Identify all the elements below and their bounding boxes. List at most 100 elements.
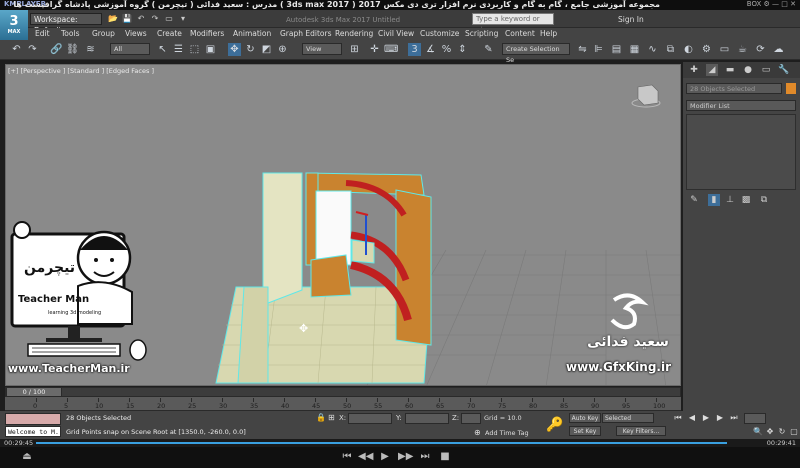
undo-quick-icon[interactable]: ↶ — [136, 14, 146, 24]
menu-customize[interactable]: Customize — [420, 29, 459, 38]
menu-scripting[interactable]: Scripting — [465, 29, 498, 38]
rotate-icon[interactable]: ↻ — [244, 43, 257, 56]
menu-modifiers[interactable]: Modifiers — [190, 29, 224, 38]
menu-tools[interactable]: Tools — [61, 29, 79, 38]
z-coordinate-field[interactable] — [461, 413, 481, 424]
viewport-label[interactable]: [+] [Perspective ] [Standard ] [Edged Fa… — [8, 67, 154, 75]
go-to-end-icon[interactable]: ⏭ — [728, 412, 740, 424]
menu-rendering[interactable]: Rendering — [335, 29, 373, 38]
unlink-icon[interactable]: ⛓ — [66, 43, 79, 56]
window-crossing-icon[interactable]: ▣ — [204, 43, 217, 56]
maximize-viewport-icon[interactable]: ▢ — [788, 427, 800, 437]
next-frame-icon[interactable]: ▶ — [714, 412, 726, 424]
set-key-button[interactable]: Set Key — [569, 426, 601, 436]
rect-selection-icon[interactable]: ⬚ — [188, 43, 201, 56]
modifier-stack[interactable] — [686, 114, 796, 190]
rendered-frame-icon[interactable]: ▭ — [718, 43, 731, 56]
spinner-snap-icon[interactable]: ⇕ — [456, 43, 469, 56]
time-slider-thumb[interactable]: 0 / 100 — [6, 387, 62, 397]
add-time-tag-button[interactable]: Add Time Tag — [485, 429, 529, 437]
time-slider[interactable] — [5, 387, 681, 397]
selection-filter-dropdown[interactable]: All — [110, 43, 150, 55]
maxscript-listener-top[interactable] — [5, 413, 61, 425]
menu-content[interactable]: Content — [505, 29, 535, 38]
time-tag-icon[interactable]: ⊕ — [474, 428, 481, 437]
quick-access-dropdown-icon[interactable]: ▾ — [178, 14, 188, 24]
player-back-icon[interactable]: ◀◀ — [358, 450, 373, 464]
make-unique-icon[interactable]: ⊥ — [724, 194, 736, 206]
stair-landing[interactable] — [351, 239, 375, 264]
redo-icon[interactable]: ↷ — [26, 43, 39, 56]
orbit-icon[interactable]: ↻ — [776, 427, 788, 437]
motion-tab-icon[interactable]: ● — [742, 64, 754, 76]
auto-key-button[interactable]: Auto Key — [569, 413, 601, 423]
undo-icon[interactable]: ↶ — [10, 43, 23, 56]
menu-edit[interactable]: Edit — [35, 29, 50, 38]
lock-selection-icon[interactable]: 🔒 — [316, 413, 326, 422]
go-to-start-icon[interactable]: ⏮ — [672, 412, 684, 424]
redo-quick-icon[interactable]: ↷ — [150, 14, 160, 24]
place-icon[interactable]: ⊕ — [276, 43, 289, 56]
player-play-icon[interactable]: ▶ — [378, 450, 392, 464]
search-input[interactable]: Type a keyword or phrase — [472, 13, 554, 34]
curve-editor-icon[interactable]: ∿ — [646, 43, 659, 56]
select-object-icon[interactable]: ↖ — [156, 43, 169, 56]
angle-snap-icon[interactable]: ∡ — [424, 43, 437, 56]
play-icon[interactable]: ▶ — [700, 412, 712, 424]
configure-sets-icon[interactable]: ⧉ — [758, 194, 770, 206]
object-name-field[interactable]: 28 Objects Selected — [686, 83, 782, 94]
utilities-tab-icon[interactable]: 🔧 — [778, 64, 790, 76]
viewcube[interactable] — [631, 84, 661, 108]
a360-icon[interactable]: ☁ — [772, 43, 785, 56]
project-icon[interactable]: ▭ — [164, 14, 174, 24]
object-color-swatch[interactable] — [786, 83, 796, 94]
schematic-icon[interactable]: ⧉ — [664, 43, 677, 56]
percent-snap-icon[interactable]: % — [440, 43, 453, 56]
mirror-icon[interactable]: ⇋ — [576, 43, 589, 56]
player-fwd-icon[interactable]: ▶▶ — [398, 450, 413, 464]
sign-in-button[interactable]: Sign In — [618, 15, 644, 24]
player-eject-icon[interactable]: ⏏ — [20, 450, 34, 464]
maxscript-listener[interactable]: Welcome to M. — [5, 426, 61, 437]
menu-help[interactable]: Help — [540, 29, 557, 38]
ribbon-icon[interactable]: ▦ — [628, 43, 641, 56]
current-frame-field[interactable] — [744, 413, 766, 424]
pan-icon[interactable]: ✥ — [764, 427, 776, 437]
workspace-dropdown[interactable]: Workspace: Default — [30, 13, 102, 35]
player-prev-icon[interactable]: ⏮ — [340, 450, 354, 464]
render-setup-icon[interactable]: ⚙ — [700, 43, 713, 56]
link-icon[interactable]: 🔗 — [50, 43, 63, 56]
player-next-icon[interactable]: ⏭ — [418, 450, 432, 464]
menu-graph-editors[interactable]: Graph Editors — [280, 29, 332, 38]
material-editor-icon[interactable]: ◐ — [682, 43, 695, 56]
zoom-icon[interactable]: 🔍 — [752, 427, 764, 437]
pivot-center-icon[interactable]: ⊞ — [348, 43, 361, 56]
menu-group[interactable]: Group — [92, 29, 115, 38]
key-selection-dropdown[interactable]: Selected — [602, 413, 654, 423]
stair-block-lower[interactable] — [310, 254, 352, 298]
y-coordinate-field[interactable] — [405, 413, 449, 424]
select-by-name-icon[interactable]: ☰ — [172, 43, 185, 56]
modifier-list-dropdown[interactable]: Modifier List — [686, 100, 796, 111]
render-iterative-icon[interactable]: ⟳ — [754, 43, 767, 56]
player-stop-icon[interactable]: ■ — [438, 450, 452, 464]
snap-toggle-icon[interactable]: 3 — [408, 43, 421, 56]
pin-stack-icon[interactable]: ✎ — [688, 194, 700, 206]
remove-modifier-icon[interactable]: ▩ — [740, 194, 752, 206]
display-tab-icon[interactable]: ▭ — [760, 64, 772, 76]
modify-tab-icon[interactable]: ◢ — [706, 64, 718, 76]
open-file-icon[interactable]: 📂 — [108, 14, 118, 24]
move-icon[interactable]: ✥ — [228, 43, 241, 56]
select-manipulate-icon[interactable]: ✛ — [368, 43, 381, 56]
absolute-mode-icon[interactable]: ⊞ — [328, 413, 335, 422]
player-window-controls[interactable]: BOX ⚙ — □ ✕ — [747, 0, 796, 8]
x-coordinate-field[interactable] — [348, 413, 392, 424]
bind-spacewarp-icon[interactable]: ≋ — [84, 43, 97, 56]
align-icon[interactable]: ⊫ — [592, 43, 605, 56]
layer-explorer-icon[interactable]: ▤ — [610, 43, 623, 56]
menu-animation[interactable]: Animation — [233, 29, 271, 38]
reference-coord-dropdown[interactable]: View — [302, 43, 342, 55]
key-filters-button[interactable]: Key Filters... — [616, 426, 666, 436]
max-app-button[interactable]: 3 MAX — [0, 10, 28, 40]
keyboard-shortcut-icon[interactable]: ⌨ — [384, 43, 398, 56]
